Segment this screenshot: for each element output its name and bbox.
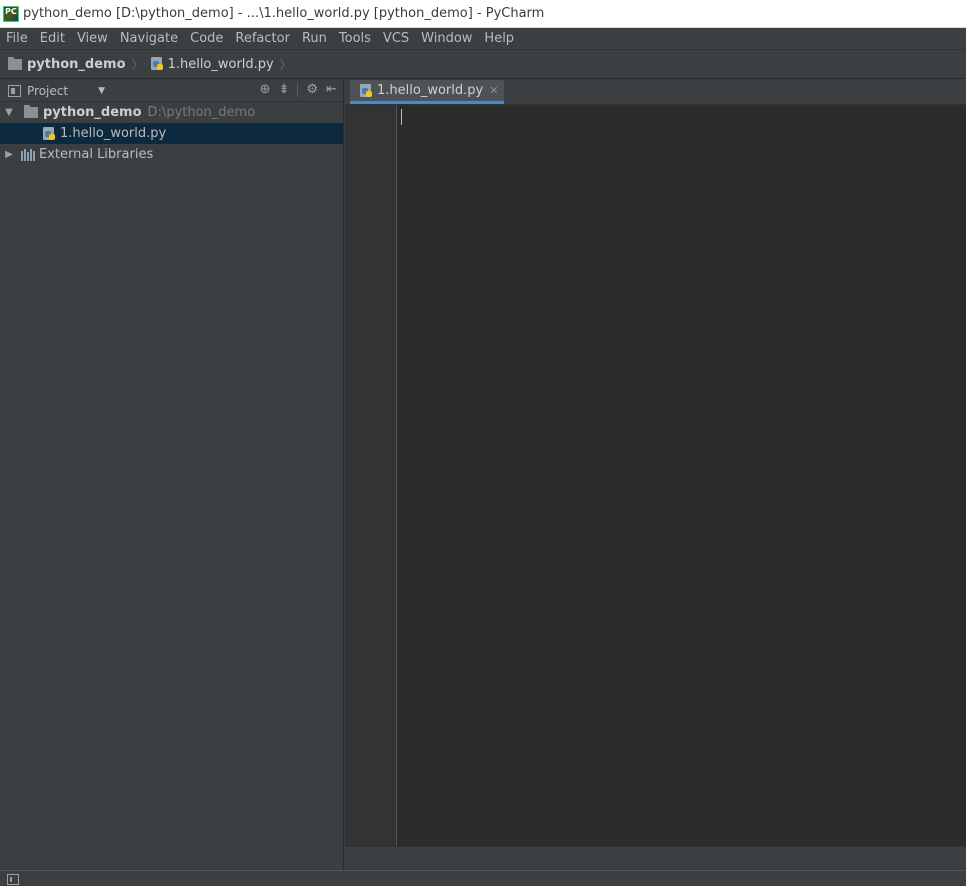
project-panel-toolbar: ⊕ ⇟ ⚙ ⇤ — [260, 82, 337, 97]
breadcrumb-project-label: python_demo — [27, 56, 126, 72]
folder-icon — [8, 56, 22, 70]
editor-gutter[interactable] — [345, 105, 397, 846]
status-bar — [0, 870, 966, 886]
editor-area: 1.hello_world.py ✕ — [345, 80, 966, 870]
title-bar: PC python_demo [D:\python_demo] - ...\1.… — [0, 0, 966, 28]
chevron-right-icon: 〉 — [131, 57, 144, 72]
text-caret — [401, 109, 402, 125]
breadcrumb-file-label: 1.hello_world.py — [167, 56, 274, 72]
hide-panel-icon[interactable]: ⇤ — [326, 82, 337, 97]
project-panel-header: Project ▼ ⊕ ⇟ ⚙ ⇤ — [0, 80, 343, 102]
tree-item-project-root[interactable]: ▼ python_demo D:\python_demo — [0, 102, 343, 123]
tree-item-label: 1.hello_world.py — [60, 126, 167, 141]
menu-edit[interactable]: Edit — [34, 29, 71, 49]
tree-item-path: D:\python_demo — [147, 105, 256, 120]
collapse-arrow-icon[interactable]: ▶ — [3, 149, 15, 160]
tree-item-label: External Libraries — [39, 147, 154, 162]
breadcrumb-project[interactable]: python_demo — [8, 56, 126, 72]
locate-file-icon[interactable]: ⊕ — [260, 82, 271, 97]
python-file-icon — [150, 57, 164, 71]
menu-view[interactable]: View — [71, 29, 114, 49]
library-icon — [21, 148, 35, 161]
editor-tab-label: 1.hello_world.py — [377, 83, 484, 98]
tree-item-label: python_demo — [43, 105, 142, 120]
chevron-right-icon: 〉 — [279, 57, 292, 72]
menu-file[interactable]: File — [0, 29, 34, 49]
tree-item-external-libraries[interactable]: ▶ External Libraries — [0, 144, 343, 165]
menu-window[interactable]: Window — [415, 29, 478, 49]
project-view-icon — [8, 84, 21, 97]
tree-item-hello-world[interactable]: 1.hello_world.py — [0, 123, 343, 144]
window-title: python_demo [D:\python_demo] - ...\1.hel… — [23, 6, 545, 21]
editor-tab-hello-world[interactable]: 1.hello_world.py ✕ — [350, 80, 505, 104]
navigation-bar: python_demo 〉 1.hello_world.py 〉 — [0, 50, 966, 79]
menu-run[interactable]: Run — [296, 29, 333, 49]
chevron-down-icon[interactable]: ▼ — [98, 86, 105, 96]
close-icon[interactable]: ✕ — [489, 84, 498, 97]
menu-code[interactable]: Code — [184, 29, 229, 49]
collapse-all-icon[interactable]: ⇟ — [279, 82, 290, 97]
breadcrumb-file[interactable]: 1.hello_world.py — [150, 57, 274, 72]
menu-vcs[interactable]: VCS — [377, 29, 415, 49]
project-view-selector[interactable]: Project — [27, 84, 68, 98]
menu-help[interactable]: Help — [478, 29, 520, 49]
python-file-icon — [359, 83, 373, 98]
tool-windows-toggle-icon[interactable] — [7, 874, 19, 885]
expand-arrow-icon[interactable]: ▼ — [3, 107, 15, 118]
python-file-icon — [42, 126, 56, 141]
gear-icon[interactable]: ⚙ — [306, 82, 318, 97]
editor-bottom-strip — [345, 846, 966, 870]
folder-icon — [24, 105, 38, 118]
pycharm-app-icon: PC — [3, 5, 19, 22]
toolbar-divider — [297, 82, 299, 97]
editor-tab-bar: 1.hello_world.py ✕ — [345, 80, 966, 105]
code-editor[interactable] — [398, 105, 966, 846]
menu-refactor[interactable]: Refactor — [229, 29, 296, 49]
menu-tools[interactable]: Tools — [333, 29, 377, 49]
menu-navigate[interactable]: Navigate — [114, 29, 184, 49]
menu-bar: File Edit View Navigate Code Refactor Ru… — [0, 28, 966, 50]
project-tool-window: Project ▼ ⊕ ⇟ ⚙ ⇤ ▼ python_demo D:\pytho… — [0, 80, 344, 870]
